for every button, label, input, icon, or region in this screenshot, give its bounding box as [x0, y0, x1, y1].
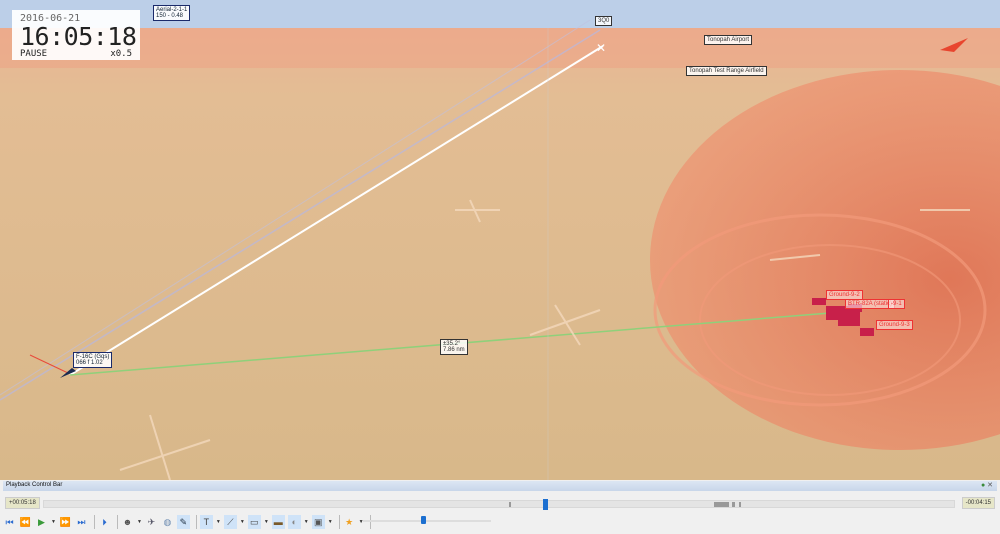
dropdown-icon[interactable]: ▼: [328, 519, 333, 525]
dropdown-icon[interactable]: ▼: [304, 519, 309, 525]
dropdown-icon[interactable]: ▼: [137, 519, 142, 525]
svg-text:✕: ✕: [596, 41, 606, 55]
elapsed-time: +00:05:18: [5, 497, 40, 509]
airfield-label[interactable]: Tonopah Test Range Airfield: [686, 66, 767, 76]
ground-unit-icon[interactable]: ▬: [271, 515, 285, 529]
ground-label[interactable]: -9-1: [888, 299, 905, 309]
fast-forward-button[interactable]: ⏩: [59, 515, 72, 529]
radar-icon[interactable]: ◐: [287, 515, 301, 529]
clock-time: 16:05:18: [20, 22, 137, 51]
sim-clock: 2016-06-21 16:05:18 PAUSE x0.5: [12, 10, 140, 60]
measure-distance: 7.86 nm: [443, 347, 465, 353]
label-tool-icon[interactable]: T: [199, 515, 213, 529]
remaining-time: -00:04:15: [961, 497, 995, 509]
display-icon[interactable]: ▭: [247, 515, 261, 529]
playback-bar-header: Playback Control Bar ● ✕: [3, 481, 997, 491]
play-button[interactable]: ▶: [35, 515, 48, 529]
clock-state: PAUSE: [20, 49, 48, 59]
airport-label[interactable]: Tonopah Airport: [704, 35, 753, 45]
player-info: 066 f 1.02: [76, 360, 103, 366]
dropdown-icon[interactable]: ▼: [240, 519, 245, 525]
close-icon[interactable]: ✕: [987, 482, 993, 489]
pilot-view-icon[interactable]: ☻: [121, 515, 134, 529]
screenshot-icon[interactable]: ▣: [311, 515, 325, 529]
waypoint-label[interactable]: 3Q0: [595, 16, 613, 26]
timeline-track[interactable]: [43, 499, 955, 510]
3d-map-view[interactable]: ✕ 2016-06-21 16:05:18 PAUSE x0.5 Aerial-2…: [0, 0, 1000, 480]
measure-label: ±35.2° 7.86 nm: [440, 339, 468, 355]
step-button[interactable]: ⏵: [98, 515, 111, 529]
playback-bar-title: Playback Control Bar: [6, 482, 63, 488]
timeline-thumb[interactable]: [542, 499, 548, 510]
globe-view-icon[interactable]: ◍: [161, 515, 174, 529]
play-dropdown-icon[interactable]: ▼: [51, 519, 56, 525]
dropdown-icon[interactable]: ▼: [264, 519, 269, 525]
favorite-star-icon[interactable]: ★: [343, 515, 356, 529]
playback-toolbar: ⏮ ⏪ ▶ ▼ ⏩ ⏭ ⏵ ☻ ▼ ✈ ◍ ✎ T ▼ ⟋ ▼ ▭ ▼ ▬ ◐ ▼ ▣ ▼ ★…: [3, 513, 997, 531]
aerial-info: 150 - 0.48: [156, 13, 184, 19]
skip-start-button[interactable]: ⏮: [3, 515, 16, 529]
pin-icon[interactable]: ●: [981, 482, 985, 489]
skip-end-button[interactable]: ⏭: [75, 515, 88, 529]
aerial-unit-label[interactable]: Aerial-2-1-1 150 - 0.48: [153, 5, 191, 21]
ground-label[interactable]: Ground-9-3: [876, 320, 913, 330]
speed-slider-thumb[interactable]: [420, 516, 426, 524]
rewind-button[interactable]: ⏪: [19, 515, 32, 529]
timeline[interactable]: +00:05:18 -00:04:15: [3, 497, 997, 510]
camera-view-icon[interactable]: ✎: [176, 515, 190, 529]
clock-speed: x0.5: [110, 49, 132, 59]
speed-slider[interactable]: [363, 516, 491, 524]
measure-tool-icon[interactable]: ⟋: [223, 515, 237, 529]
aircraft-view-icon[interactable]: ✈: [145, 515, 158, 529]
player-label[interactable]: F-16C (Gqs) 066 f 1.02: [73, 352, 113, 368]
dropdown-icon[interactable]: ▼: [216, 519, 221, 525]
terrain-render: ✕: [0, 0, 1000, 480]
